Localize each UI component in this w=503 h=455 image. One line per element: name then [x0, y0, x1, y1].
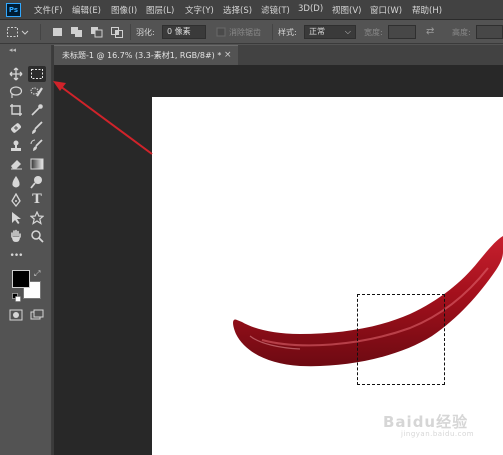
document-canvas[interactable] — [152, 97, 503, 455]
width-input[interactable] — [388, 25, 416, 39]
options-bar: 羽化: 0 像素 消除锯齿 样式: 正常 ⌵ 宽度: ⇄ 高度: — [0, 20, 503, 44]
tool-preset-picker[interactable] — [6, 25, 32, 39]
feather-input[interactable]: 0 像素 — [162, 25, 206, 39]
height-label: 高度: — [452, 28, 471, 37]
menu-bar: Ps 文件(F) 编辑(E) 图像(I) 图层(L) 文字(Y) 选择(S) 滤… — [0, 0, 503, 20]
eyedropper-tool-icon[interactable] — [28, 102, 46, 118]
swap-colors-icon[interactable]: ⤢ — [34, 269, 40, 279]
healing-brush-tool-icon[interactable] — [7, 120, 25, 136]
style-label: 样式: — [278, 28, 297, 37]
antialias-label: 消除锯齿 — [229, 28, 261, 37]
subtract-from-selection-icon[interactable] — [90, 25, 104, 39]
intersect-selection-icon[interactable] — [110, 25, 124, 39]
watermark-url: jingyan.baidu.com — [401, 430, 475, 438]
pen-tool-icon[interactable] — [7, 192, 25, 208]
lasso-tool-icon[interactable] — [7, 84, 25, 100]
add-to-selection-icon[interactable] — [70, 25, 84, 39]
menu-3d[interactable]: 3D(D) — [298, 4, 323, 14]
blur-tool-icon[interactable] — [7, 174, 25, 190]
chili-pepper-image — [233, 236, 503, 367]
style-select-value: 正常 — [309, 27, 325, 36]
menu-layer[interactable]: 图层(L) — [146, 4, 174, 16]
width-label: 宽度: — [364, 28, 383, 37]
menu-image[interactable]: 图像(I) — [111, 4, 137, 16]
crop-tool-icon[interactable] — [7, 102, 25, 118]
menu-edit[interactable]: 编辑(E) — [72, 4, 101, 16]
chevron-down-icon: ⌵ — [344, 27, 351, 36]
quick-mask-icon[interactable] — [7, 307, 25, 323]
document-tab-title: 未标题-1 @ 16.7% (3.3-素材1, RGB/8#) * — [62, 51, 222, 60]
menu-type[interactable]: 文字(Y) — [185, 4, 214, 16]
menu-help[interactable]: 帮助(H) — [412, 4, 442, 16]
eraser-tool-icon[interactable] — [7, 156, 25, 172]
rectangular-marquee-tool-icon[interactable] — [28, 66, 46, 82]
custom-shape-tool-icon[interactable] — [28, 210, 46, 226]
menu-file[interactable]: 文件(F) — [34, 4, 63, 16]
screen-mode-icon[interactable] — [28, 307, 46, 323]
marquee-selection[interactable] — [357, 294, 445, 385]
new-selection-icon[interactable] — [52, 25, 64, 39]
baidu-jingyan-watermark: Baidu经验 jingyan.baidu.com — [383, 403, 493, 443]
tools-panel: ◂◂ T ••• ⤢ — [3, 45, 52, 455]
clone-stamp-tool-icon[interactable] — [7, 138, 25, 154]
foreground-color-swatch[interactable] — [12, 270, 30, 288]
edit-toolbar-icon[interactable]: ••• — [7, 248, 25, 264]
height-input[interactable] — [476, 25, 503, 39]
dodge-tool-icon[interactable] — [28, 174, 46, 190]
brush-tool-icon[interactable] — [28, 120, 46, 136]
collapse-panel-icon[interactable]: ◂◂ — [9, 46, 16, 54]
zoom-tool-icon[interactable] — [28, 228, 46, 244]
menu-window[interactable]: 窗口(W) — [370, 4, 402, 16]
style-select[interactable]: 正常 ⌵ — [304, 25, 356, 39]
menu-view[interactable]: 视图(V) — [332, 4, 361, 16]
document-tab-bar: 未标题-1 @ 16.7% (3.3-素材1, RGB/8#) * × — [54, 45, 503, 65]
close-icon[interactable]: × — [224, 46, 232, 65]
hand-tool-icon[interactable] — [7, 228, 25, 244]
document-tab[interactable]: 未标题-1 @ 16.7% (3.3-素材1, RGB/8#) * × — [54, 45, 238, 65]
antialias-checkbox[interactable] — [216, 25, 226, 39]
history-brush-tool-icon[interactable] — [28, 138, 46, 154]
gradient-tool-icon[interactable] — [28, 156, 46, 172]
feather-label: 羽化: — [136, 28, 155, 37]
menu-filter[interactable]: 滤镜(T) — [261, 4, 290, 16]
path-selection-tool-icon[interactable] — [7, 210, 25, 226]
menu-select[interactable]: 选择(S) — [223, 4, 252, 16]
watermark-text: Baidu经验 — [383, 413, 469, 431]
photoshop-logo[interactable]: Ps — [6, 3, 21, 17]
default-colors-icon[interactable] — [12, 293, 21, 304]
quick-selection-tool-icon[interactable] — [28, 84, 46, 100]
swap-dimensions-icon[interactable]: ⇄ — [426, 25, 438, 39]
type-tool-icon[interactable]: T — [28, 192, 46, 208]
move-tool-icon[interactable] — [7, 66, 25, 82]
